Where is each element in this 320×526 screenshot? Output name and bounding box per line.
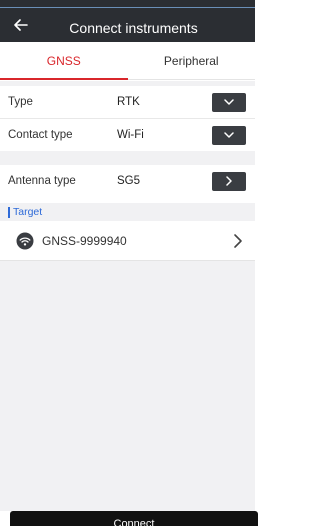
chevron-down-icon [224,132,234,138]
contact-type-value: Wi-Fi [117,129,144,141]
antenna-type-value: SG5 [117,175,141,187]
contact-type-dropdown-button[interactable] [212,125,246,145]
section-gap [0,151,255,165]
chevron-right-icon [226,176,232,186]
empty-content-area [0,261,255,511]
type-value: RTK [117,96,140,108]
antenna-type-row: Antenna type SG5 [0,165,255,197]
wifi-icon [16,232,34,250]
contact-type-row: Contact type Wi-Fi [0,119,255,151]
tab-peripheral[interactable]: Peripheral [128,42,256,79]
type-label: Type [8,96,33,108]
chevron-down-icon [224,99,234,105]
antenna-type-label: Antenna type [8,175,76,187]
chevron-right-icon [234,234,242,248]
page-title: Connect instruments [69,20,198,36]
type-dropdown-button[interactable] [212,92,246,112]
type-row: Type RTK [0,86,255,118]
contact-type-label: Contact type [8,129,73,141]
target-section-header: Target [0,203,255,221]
app-header: Connect instruments [0,0,255,42]
tab-bar: GNSS Peripheral [0,42,255,80]
section-marker [8,207,10,218]
device-name: GNSS-9999940 [42,234,127,248]
connect-button[interactable]: Connect [10,511,258,526]
header-top-line [0,7,255,8]
tab-gnss[interactable]: GNSS [0,42,128,80]
device-list-item[interactable]: GNSS-9999940 [0,221,255,261]
antenna-type-select-button[interactable] [212,171,246,191]
target-heading: Target [13,206,43,218]
